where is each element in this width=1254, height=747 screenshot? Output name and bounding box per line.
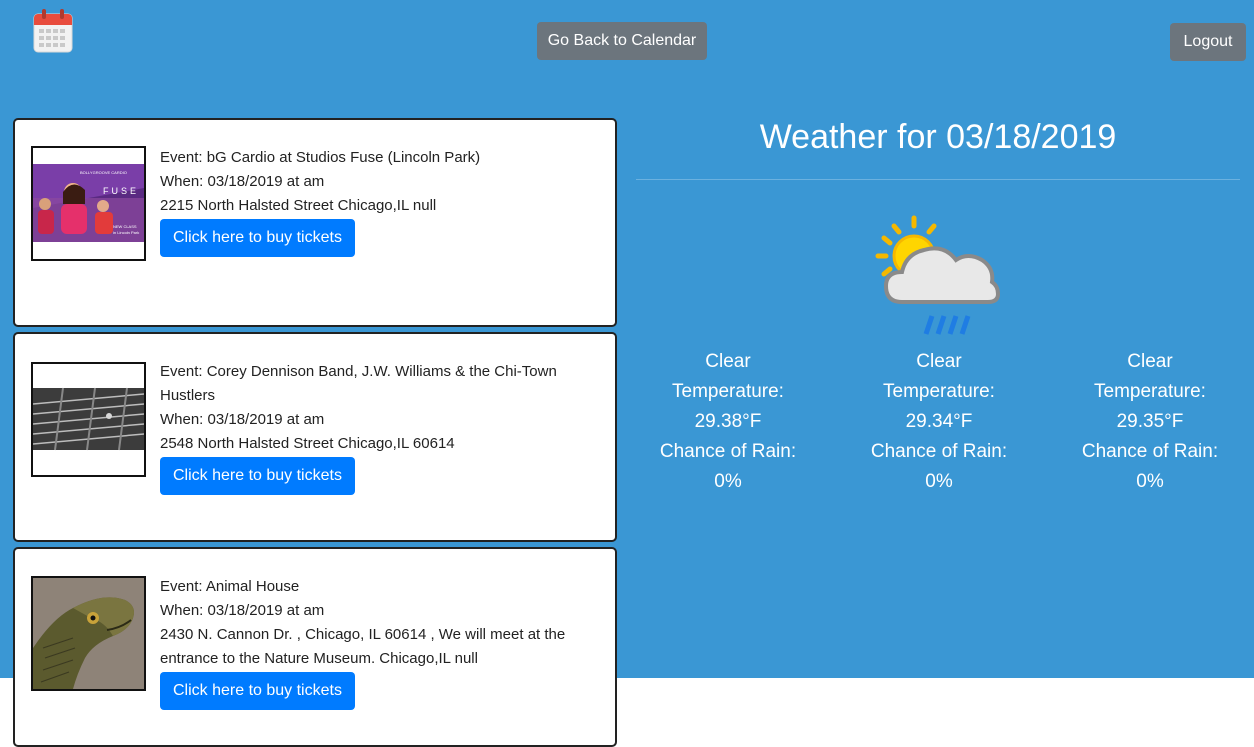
event-title: Event: Corey Dennison Band, J.W. William…	[160, 363, 557, 404]
lizard-photo[interactable]	[31, 576, 146, 691]
event-when: When: 03/18/2019 at am	[160, 602, 325, 619]
event-title: Event: bG Cardio at Studios Fuse (Lincol…	[160, 149, 481, 166]
sun-cloud-rain-icon	[872, 214, 1004, 338]
event-address: 2215 North Halsted Street Chicago,IL nul…	[160, 197, 437, 214]
event-card: BOLLYGROOVE CARDIO FUSE NEW CLASS in Lin…	[13, 118, 617, 327]
event-address: 2548 North Halsted Street Chicago,IL 606…	[160, 435, 455, 452]
logout-button[interactable]: Logout	[1170, 23, 1246, 61]
event-card: Event: Corey Dennison Band, J.W. William…	[13, 332, 617, 542]
forecast-temp: 29.35°F	[1116, 411, 1184, 432]
event-when: When: 03/18/2019 at am	[160, 411, 325, 428]
forecast-rain: 0%	[714, 471, 742, 492]
forecast-column: Clear Temperature: 29.35°F Chance of Rai…	[1050, 347, 1250, 497]
forecast-condition: Clear	[916, 351, 962, 372]
forecast-temp-label: Temperature:	[1094, 381, 1206, 402]
weather-title: Weather for 03/18/2019	[759, 118, 1117, 156]
divider	[636, 179, 1240, 180]
photo-caption-location: in Lincoln Park	[113, 230, 140, 235]
buy-tickets-button[interactable]: Click here to buy tickets	[160, 219, 355, 257]
forecast-rain-label: Chance of Rain:	[1081, 441, 1219, 462]
event-when: When: 03/18/2019 at am	[160, 173, 325, 190]
event-info: Event: Corey Dennison Band, J.W. William…	[160, 360, 600, 495]
buy-tickets-button[interactable]: Click here to buy tickets	[160, 672, 355, 710]
forecast-condition: Clear	[705, 351, 751, 372]
photo-caption-bollygroove: BOLLYGROOVE CARDIO	[80, 170, 127, 175]
calendar-icon[interactable]	[32, 8, 74, 54]
forecast-rain: 0%	[1136, 471, 1164, 492]
forecast-temp-label: Temperature:	[672, 381, 784, 402]
event-card: Event: Animal House When: 03/18/2019 at …	[13, 547, 617, 747]
forecast-column: Clear Temperature: 29.34°F Chance of Rai…	[839, 347, 1039, 497]
forecast-temp: 29.34°F	[905, 411, 973, 432]
forecast-temp-label: Temperature:	[883, 381, 995, 402]
event-info: Event: Animal House When: 03/18/2019 at …	[160, 575, 600, 710]
forecast-column: Clear Temperature: 29.38°F Chance of Rai…	[628, 347, 828, 497]
event-title: Event: Animal House	[160, 578, 300, 595]
buy-tickets-button[interactable]: Click here to buy tickets	[160, 457, 355, 495]
forecast-rain: 0%	[925, 471, 953, 492]
forecast-rain-label: Chance of Rain:	[870, 441, 1008, 462]
event-address: 2430 N. Cannon Dr. , Chicago, IL 60614 ,…	[160, 626, 566, 667]
event-info: Event: bG Cardio at Studios Fuse (Lincol…	[160, 146, 600, 257]
forecast-temp: 29.38°F	[694, 411, 762, 432]
back-to-calendar-button[interactable]: Go Back to Calendar	[537, 22, 707, 60]
photo-caption-new-class: NEW CLASS	[113, 224, 137, 229]
forecast-condition: Clear	[1127, 351, 1173, 372]
guitar-strings-photo[interactable]	[31, 362, 146, 477]
forecast-rain-label: Chance of Rain:	[659, 441, 797, 462]
photo-caption-fuse: FUSE	[103, 186, 140, 196]
bollygroove-cardio-photo[interactable]: BOLLYGROOVE CARDIO FUSE NEW CLASS in Lin…	[31, 146, 146, 261]
